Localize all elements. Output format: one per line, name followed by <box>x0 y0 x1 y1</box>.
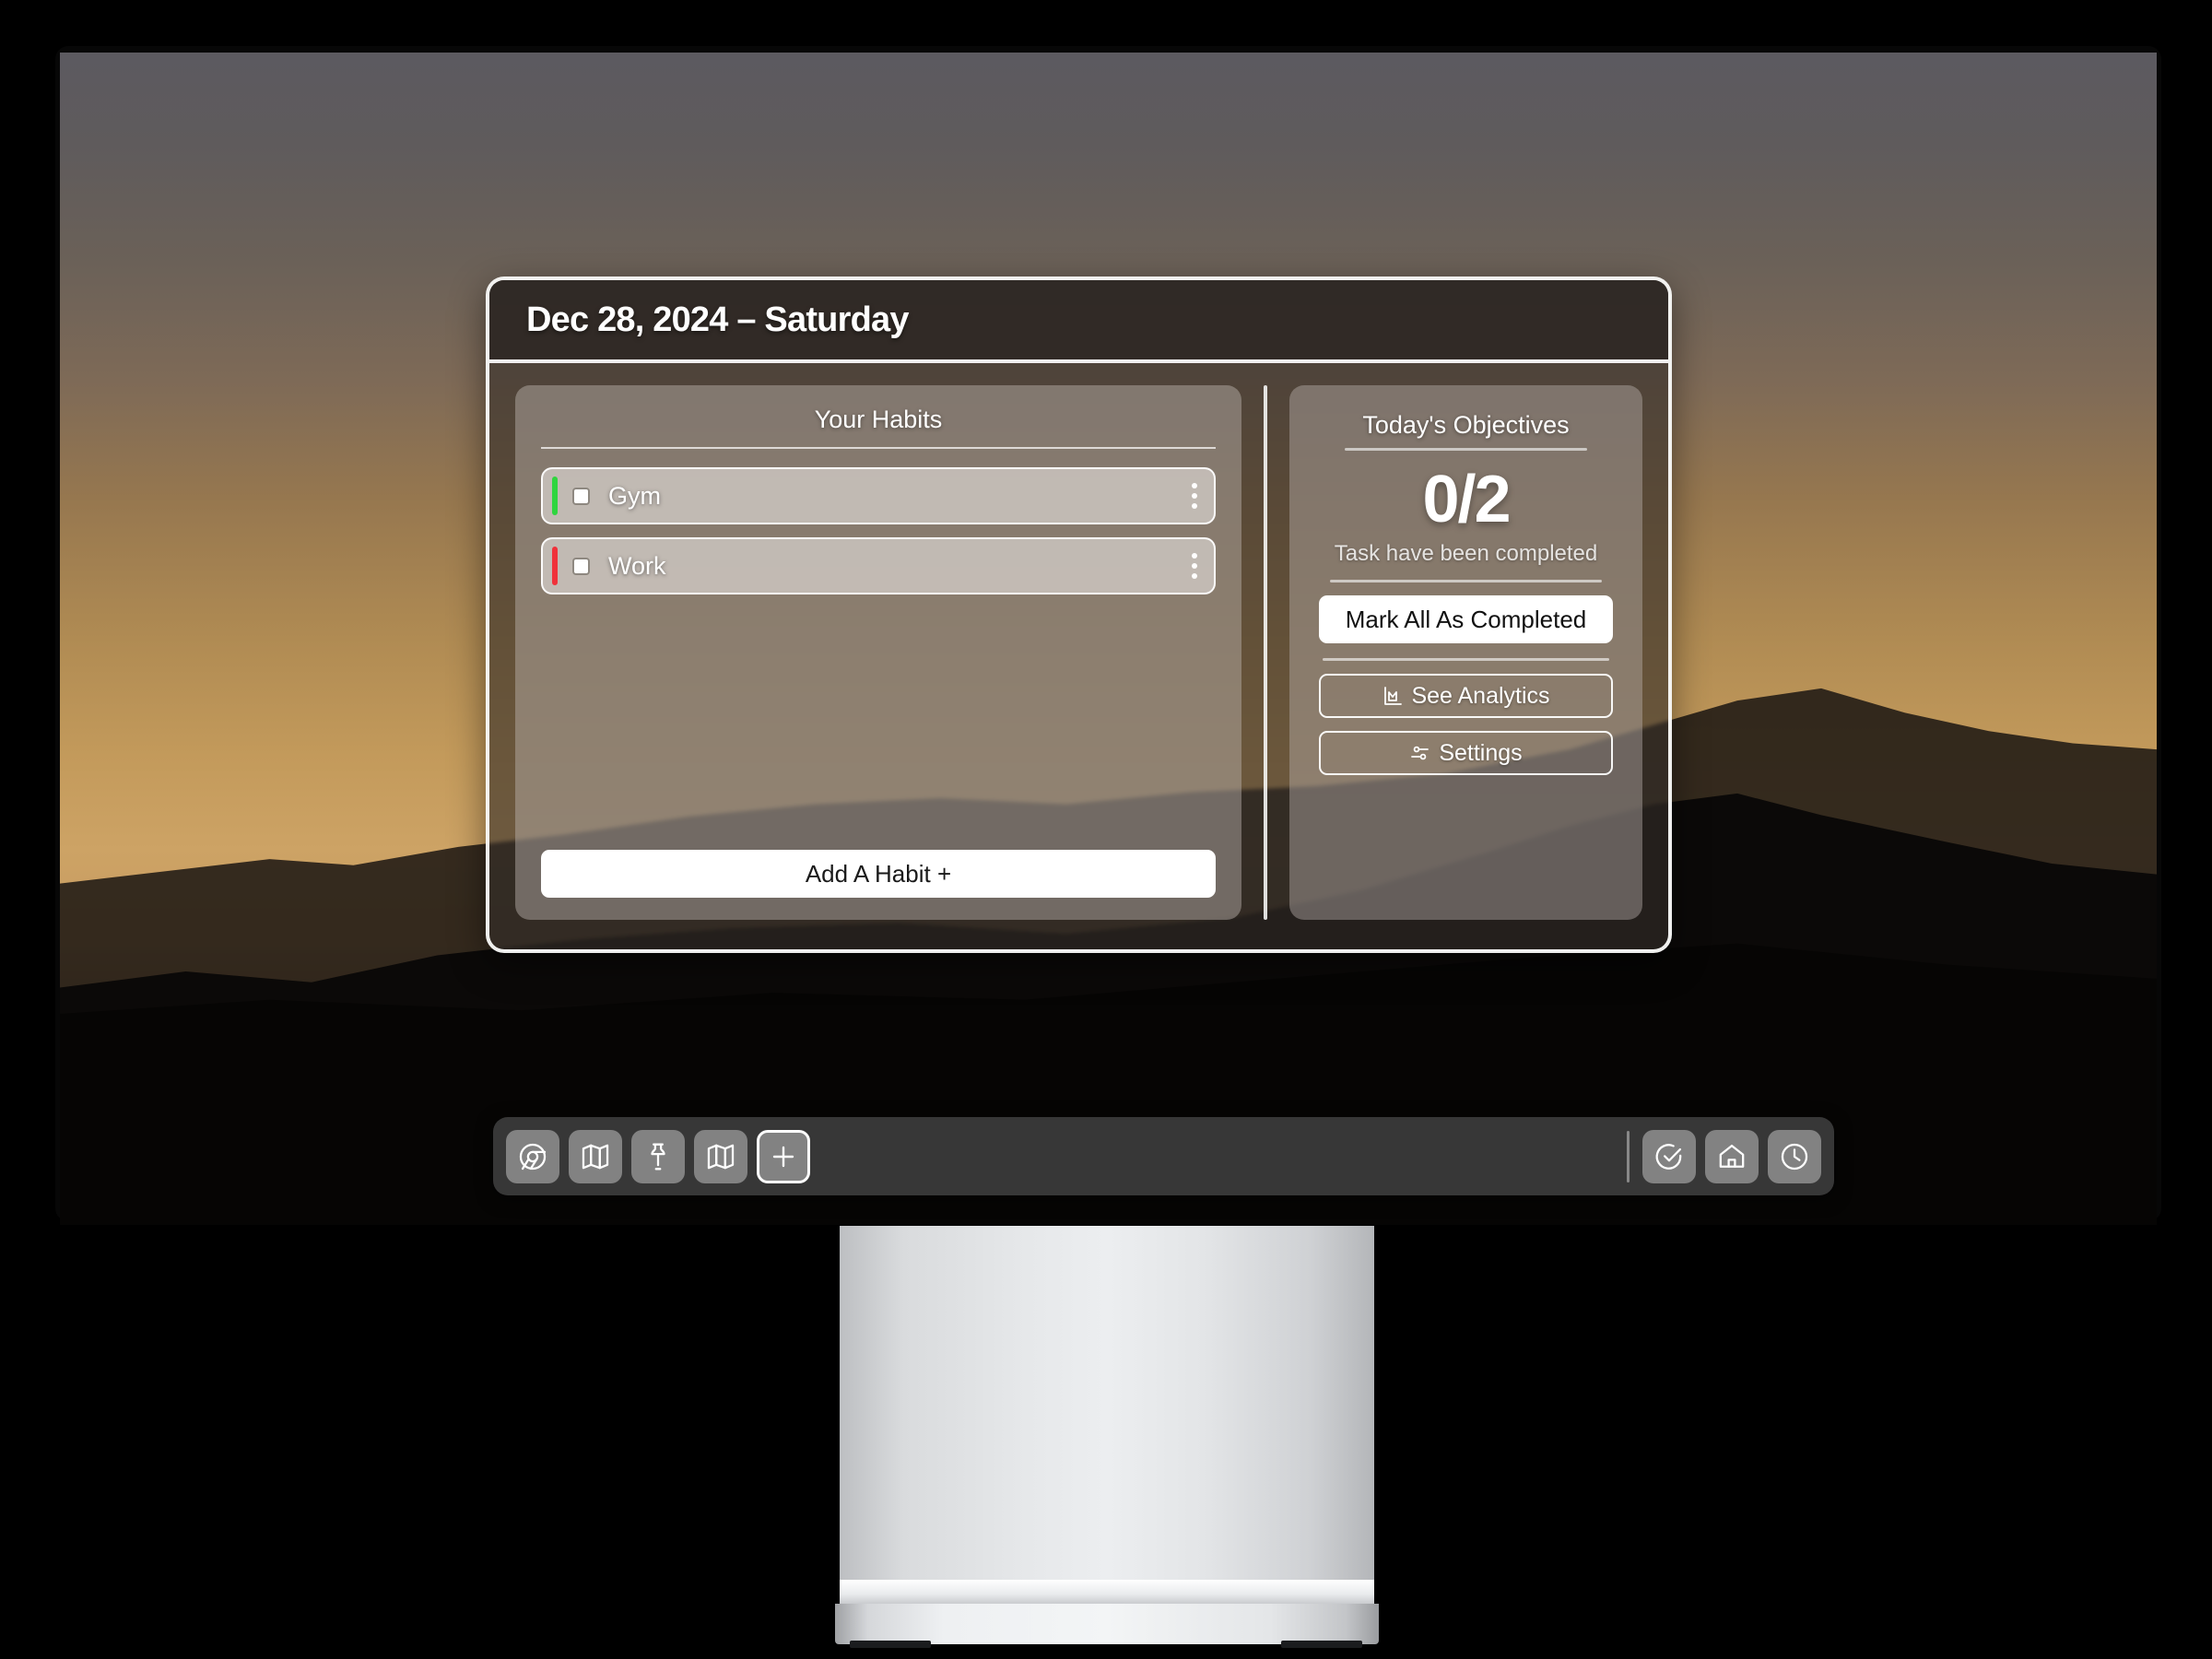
habits-heading-divider <box>541 447 1216 449</box>
kebab-menu-icon[interactable] <box>1192 553 1197 579</box>
habit-accent-bar <box>552 477 558 515</box>
objectives-heading: Today's Objectives <box>1362 411 1570 439</box>
chrome-icon <box>517 1141 548 1172</box>
window-body: Your Habits Gym Work Add A Habit + Today… <box>489 363 1668 946</box>
check-circle-icon <box>1653 1141 1685 1172</box>
monitor-screen: Dec 28, 2024 – Saturday Your Habits Gym <box>60 53 2157 1225</box>
dock-item-maps-2[interactable] <box>694 1129 747 1183</box>
objectives-divider-mid <box>1330 580 1602 582</box>
objectives-count: 0/2 <box>1422 463 1511 536</box>
dock <box>493 1117 1834 1195</box>
sliders-icon <box>1409 742 1431 764</box>
objectives-heading-divider <box>1345 448 1587 451</box>
home-icon <box>1716 1141 1747 1172</box>
see-analytics-button[interactable]: See Analytics <box>1319 674 1613 718</box>
habits-heading: Your Habits <box>814 406 943 433</box>
objectives-subtitle: Task have been completed <box>1334 541 1598 566</box>
settings-label: Settings <box>1439 739 1523 766</box>
clock-icon <box>1779 1141 1810 1172</box>
dock-item-clock[interactable] <box>1768 1129 1821 1183</box>
map-icon <box>705 1141 736 1172</box>
panel-divider <box>1264 385 1267 920</box>
habit-row[interactable]: Work <box>541 537 1216 594</box>
habit-row[interactable]: Gym <box>541 467 1216 524</box>
chart-icon <box>1382 685 1404 707</box>
monitor-stand-foot-left <box>850 1641 931 1648</box>
dock-item-maps-1[interactable] <box>569 1129 622 1183</box>
pin-icon <box>642 1141 674 1172</box>
kebab-menu-icon[interactable] <box>1192 483 1197 509</box>
habit-name-label: Work <box>608 551 666 580</box>
mark-all-as-completed-button[interactable]: Mark All As Completed <box>1319 595 1613 643</box>
page-title: Dec 28, 2024 – Saturday <box>526 300 909 339</box>
dock-separator <box>1627 1130 1630 1182</box>
plus-icon <box>769 1142 798 1171</box>
add-habit-button[interactable]: Add A Habit + <box>541 850 1216 898</box>
habit-checkbox[interactable] <box>572 557 590 575</box>
dock-item-chrome[interactable] <box>506 1129 559 1183</box>
objectives-panel: Today's Objectives 0/2 Task have been co… <box>1289 385 1642 920</box>
map-icon <box>580 1141 611 1172</box>
dock-left-group <box>506 1129 810 1183</box>
settings-button[interactable]: Settings <box>1319 731 1613 775</box>
window-title-bar: Dec 28, 2024 – Saturday <box>489 280 1668 363</box>
dock-item-add[interactable] <box>757 1129 810 1183</box>
add-habit-container: Add A Habit + <box>541 850 1216 898</box>
dock-item-pin[interactable] <box>631 1129 685 1183</box>
habit-name-label: Gym <box>608 481 661 510</box>
dock-item-home[interactable] <box>1705 1129 1759 1183</box>
habit-tracker-window: Dec 28, 2024 – Saturday Your Habits Gym <box>486 276 1672 953</box>
objectives-divider-bottom <box>1323 658 1609 661</box>
see-analytics-label: See Analytics <box>1411 682 1550 709</box>
monitor-stand-base <box>835 1604 1379 1644</box>
habit-accent-bar <box>552 547 558 585</box>
dock-item-tasks[interactable] <box>1642 1129 1696 1183</box>
dock-right-group <box>1642 1129 1821 1183</box>
monitor-stand-neck <box>840 1226 1374 1604</box>
habit-checkbox[interactable] <box>572 487 590 505</box>
habits-list: Gym Work <box>541 467 1216 594</box>
habits-panel: Your Habits Gym Work Add A Habit + <box>515 385 1241 920</box>
monitor-stand-foot-right <box>1281 1641 1362 1648</box>
